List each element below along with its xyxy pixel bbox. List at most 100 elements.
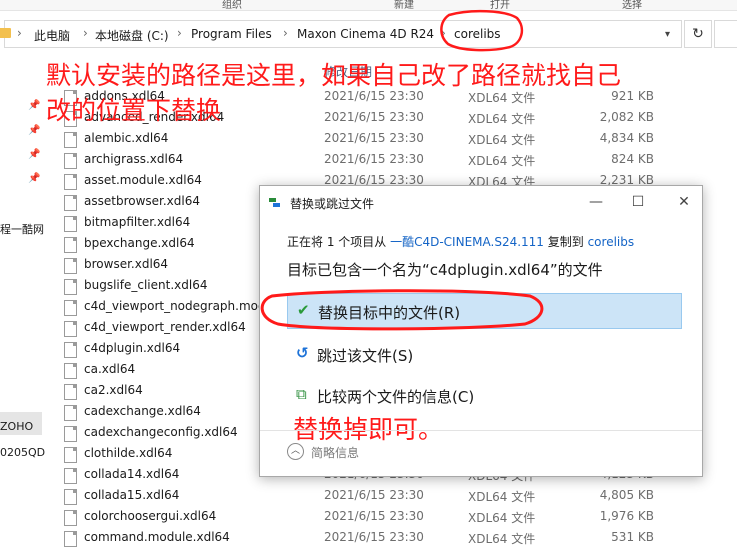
annotation-text: 默认安装的路径是这里，如果自己改了路径就找自己 — [46, 61, 622, 90]
file-size: 4,805 KB — [599, 488, 654, 502]
navigation-pane: 📌 📌 📌 📌 程一酷网 ZOHO 0205QD — [0, 52, 45, 544]
file-row[interactable]: collada15.xdl64 2021/6/15 23:30 XDL64 文件 4,… — [64, 487, 664, 508]
annotation-text: 替换掉即可。 — [293, 415, 444, 444]
crumb-program-files[interactable]: Program Files — [191, 27, 272, 41]
file-icon — [64, 405, 77, 421]
pin-icon[interactable]: 📌 — [28, 149, 40, 160]
nav-item[interactable]: 0205QD — [0, 446, 45, 459]
crumb-cinema4d[interactable]: Maxon Cinema 4D R24 — [297, 27, 434, 41]
file-type: XDL64 文件 — [468, 490, 536, 504]
nav-item[interactable]: ZOHO — [0, 420, 33, 433]
file-size: 824 KB — [611, 152, 654, 166]
file-icon — [64, 447, 77, 463]
pin-icon[interactable]: 📌 — [28, 125, 40, 136]
skip-option[interactable]: ↺ 跳过该文件(S) — [287, 337, 680, 371]
chevron-right-icon[interactable]: › — [441, 26, 446, 40]
chevron-right-icon[interactable]: › — [83, 26, 88, 40]
file-name: asset.module.xdl64 — [84, 173, 202, 187]
file-date: 2021/6/15 23:30 — [324, 488, 424, 502]
chevron-right-icon[interactable]: › — [177, 26, 182, 40]
file-name: command.module.xdl64 — [84, 530, 230, 544]
chevron-right-icon[interactable]: › — [17, 26, 22, 40]
chevron-up-icon: ︿ — [287, 443, 304, 460]
file-name: c4dplugin.xdl64 — [84, 341, 181, 355]
folder-icon — [0, 28, 11, 38]
file-date: 2021/6/15 23:30 — [324, 509, 424, 523]
compare-icon: ⧉ — [296, 385, 307, 403]
pin-icon[interactable]: 📌 — [28, 173, 40, 184]
skip-icon: ↺ — [296, 344, 309, 362]
file-icon — [64, 468, 77, 484]
maximize-button[interactable]: ☐ — [624, 191, 652, 213]
ribbon-new[interactable]: 新建 — [394, 0, 414, 11]
compare-option[interactable]: ⧉ 比较两个文件的信息(C) — [287, 378, 680, 412]
minimize-button[interactable]: — — [582, 191, 610, 213]
info-mid: 复制到 — [543, 235, 588, 249]
file-row[interactable]: alembic.xdl64 2021/6/15 23:30 XDL64 文件 4,83… — [64, 130, 664, 151]
file-date: 2021/6/15 23:30 — [324, 152, 424, 166]
file-type: XDL64 文件 — [468, 154, 536, 168]
file-icon — [64, 279, 77, 295]
file-name: assetbrowser.xdl64 — [84, 194, 200, 208]
source-link[interactable]: 一酷C4D-CINEMA.S24.111 — [390, 235, 544, 249]
file-icon — [64, 510, 77, 526]
file-name: bpexchange.xdl64 — [84, 236, 195, 250]
chevron-right-icon[interactable]: › — [283, 26, 288, 40]
file-row[interactable]: colorchoosergui.xdl64 2021/6/15 23:30 XDL6… — [64, 508, 664, 529]
address-bar: › 此电脑 › 本地磁盘 (C:) › Program Files › Maxo… — [0, 17, 737, 51]
file-icon — [64, 174, 77, 190]
ribbon-select[interactable]: 选择 — [622, 0, 642, 11]
file-icon — [64, 426, 77, 442]
annotation-text: 改的位置下替换 — [46, 96, 222, 125]
file-icon — [64, 531, 77, 547]
ribbon-organize[interactable]: 组织 — [222, 0, 242, 11]
file-type: XDL64 文件 — [468, 133, 536, 147]
replace-option[interactable]: ✔ 替换目标中的文件(R) — [287, 293, 682, 329]
close-button[interactable]: ✕ — [670, 191, 698, 213]
details-label: 简略信息 — [311, 446, 360, 460]
file-name: cadexchangeconfig.xdl64 — [84, 425, 238, 439]
file-name: collada14.xdl64 — [84, 467, 180, 481]
file-icon — [64, 153, 77, 169]
file-icon — [64, 342, 77, 358]
file-type: XDL64 文件 — [468, 511, 536, 525]
file-icon — [64, 489, 77, 505]
option-label: 替换目标中的文件(R) — [318, 304, 461, 322]
file-icon — [64, 237, 77, 253]
destination-link[interactable]: corelibs — [588, 235, 635, 249]
file-date: 2021/6/15 23:30 — [324, 530, 424, 544]
dialog-title: 替换或跳过文件 — [290, 197, 375, 211]
ribbon-open[interactable]: 打开 — [490, 0, 510, 11]
pin-icon[interactable]: 📌 — [28, 100, 40, 111]
file-name: archigrass.xdl64 — [84, 152, 184, 166]
option-label: 比较两个文件的信息(C) — [317, 388, 475, 406]
file-icon — [64, 321, 77, 337]
file-type: XDL64 文件 — [468, 532, 536, 546]
file-icon — [64, 195, 77, 211]
file-row[interactable]: command.module.xdl64 2021/6/15 23:30 XDL64… — [64, 529, 664, 550]
crumb-this-pc[interactable]: 此电脑 — [34, 27, 70, 44]
dialog-headline: 目标已包含一个名为“c4dplugin.xdl64”的文件 — [287, 261, 603, 279]
copy-icon — [269, 198, 281, 207]
file-icon — [64, 132, 77, 148]
file-icon — [64, 363, 77, 379]
divider — [260, 430, 702, 431]
crumb-corelibs[interactable]: corelibs — [454, 27, 501, 41]
refresh-icon[interactable]: ↻ — [684, 20, 712, 48]
chevron-down-icon[interactable]: ▾ — [665, 29, 670, 40]
file-row[interactable]: archigrass.xdl64 2021/6/15 23:30 XDL64 文件 8… — [64, 151, 664, 172]
file-name: c4d_viewport_nodegraph.mod — [84, 299, 266, 313]
file-name: collada15.xdl64 — [84, 488, 180, 502]
file-icon — [64, 300, 77, 316]
crumb-local-disk[interactable]: 本地磁盘 (C:) — [95, 27, 169, 44]
breadcrumb[interactable]: › 此电脑 › 本地磁盘 (C:) › Program Files › Maxo… — [0, 20, 682, 48]
search-input[interactable] — [714, 20, 737, 48]
option-label: 跳过该文件(S) — [317, 347, 414, 365]
dialog-titlebar[interactable]: 替换或跳过文件 — ☐ ✕ — [260, 186, 702, 218]
file-icon — [64, 384, 77, 400]
file-name: cadexchange.xdl64 — [84, 404, 201, 418]
file-date: 2021/6/15 23:30 — [324, 131, 424, 145]
nav-item[interactable]: 程一酷网 — [0, 221, 44, 237]
file-icon — [64, 258, 77, 274]
file-size: 4,834 KB — [599, 131, 654, 145]
